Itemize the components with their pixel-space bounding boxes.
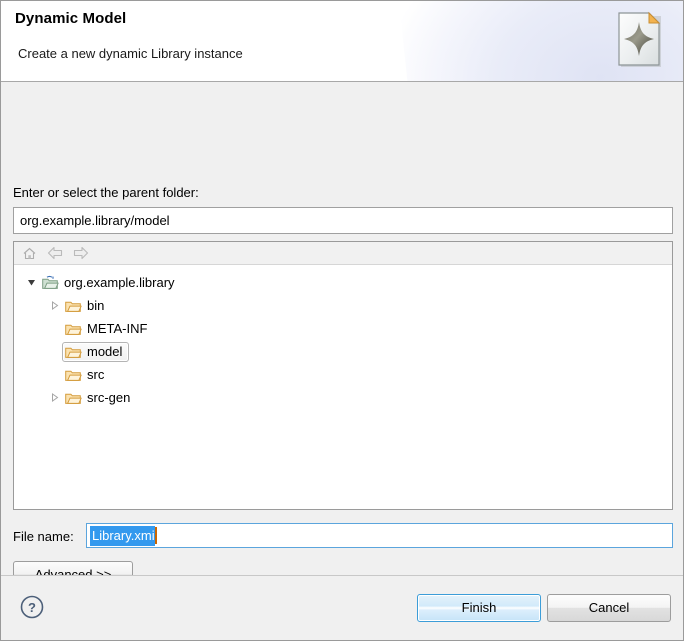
file-name-label: File name: (13, 529, 74, 544)
twisty-collapsed-icon[interactable] (47, 294, 62, 317)
tree-item-label: src (87, 367, 104, 382)
tree-item-content[interactable]: META-INF (62, 319, 154, 339)
folder-icon (65, 390, 83, 406)
tree-item-src-gen[interactable]: src-gen (14, 386, 672, 409)
twisty-collapsed-icon[interactable] (47, 386, 62, 409)
folder-icon (65, 344, 83, 360)
parent-folder-label: Enter or select the parent folder: (13, 185, 199, 200)
folder-tree-panel: org.example.library bin META-INF model src sr… (13, 241, 673, 510)
file-name-value: Library.xmi (90, 526, 155, 546)
tree-item-org-example-library[interactable]: org.example.library (14, 271, 672, 294)
folder-icon (65, 298, 83, 314)
tree-item-label: bin (87, 298, 104, 313)
tree-item-content[interactable]: bin (62, 296, 111, 316)
twisty-placeholder (47, 317, 62, 340)
tree-item-content[interactable]: src (62, 365, 111, 385)
twisty-expanded-icon[interactable] (24, 271, 39, 294)
svg-text:?: ? (28, 600, 36, 615)
tree-toolbar (14, 242, 672, 265)
dialog-body: Enter or select the parent folder: (1, 82, 683, 640)
tree-item-model[interactable]: model (14, 340, 672, 363)
page-title: Dynamic Model (15, 10, 126, 27)
tree-item-selected[interactable]: model (62, 342, 129, 362)
tree-item-label: src-gen (87, 390, 130, 405)
tree-item-src[interactable]: src (14, 363, 672, 386)
dynamic-model-dialog: Dynamic Model Create a new dynamic Libra… (0, 0, 684, 641)
model-file-icon (609, 9, 673, 71)
tree-item-label: org.example.library (64, 275, 175, 290)
tree-item-bin[interactable]: bin (14, 294, 672, 317)
folder-icon (65, 367, 83, 383)
page-description: Create a new dynamic Library instance (18, 46, 243, 61)
finish-button[interactable]: Finish (417, 594, 541, 622)
folder-icon (65, 321, 83, 337)
twisty-placeholder (47, 363, 62, 386)
twisty-placeholder (47, 340, 62, 363)
tree-item-label: model (87, 344, 122, 359)
project-folder-icon (42, 275, 60, 291)
dialog-header: Dynamic Model Create a new dynamic Libra… (1, 1, 683, 82)
folder-tree[interactable]: org.example.library bin META-INF model src sr… (14, 265, 672, 510)
help-icon[interactable]: ? (19, 594, 45, 620)
tree-item-content[interactable]: org.example.library (39, 273, 182, 293)
file-name-input[interactable]: Library.xmi (86, 523, 673, 548)
parent-folder-input[interactable] (13, 207, 673, 234)
text-caret (155, 527, 157, 544)
forward-arrow-icon[interactable] (71, 244, 91, 262)
tree-item-meta-inf[interactable]: META-INF (14, 317, 672, 340)
back-arrow-icon[interactable] (45, 244, 65, 262)
cancel-button[interactable]: Cancel (547, 594, 671, 622)
tree-item-content[interactable]: src-gen (62, 388, 137, 408)
home-icon[interactable] (19, 244, 39, 262)
tree-item-label: META-INF (87, 321, 147, 336)
